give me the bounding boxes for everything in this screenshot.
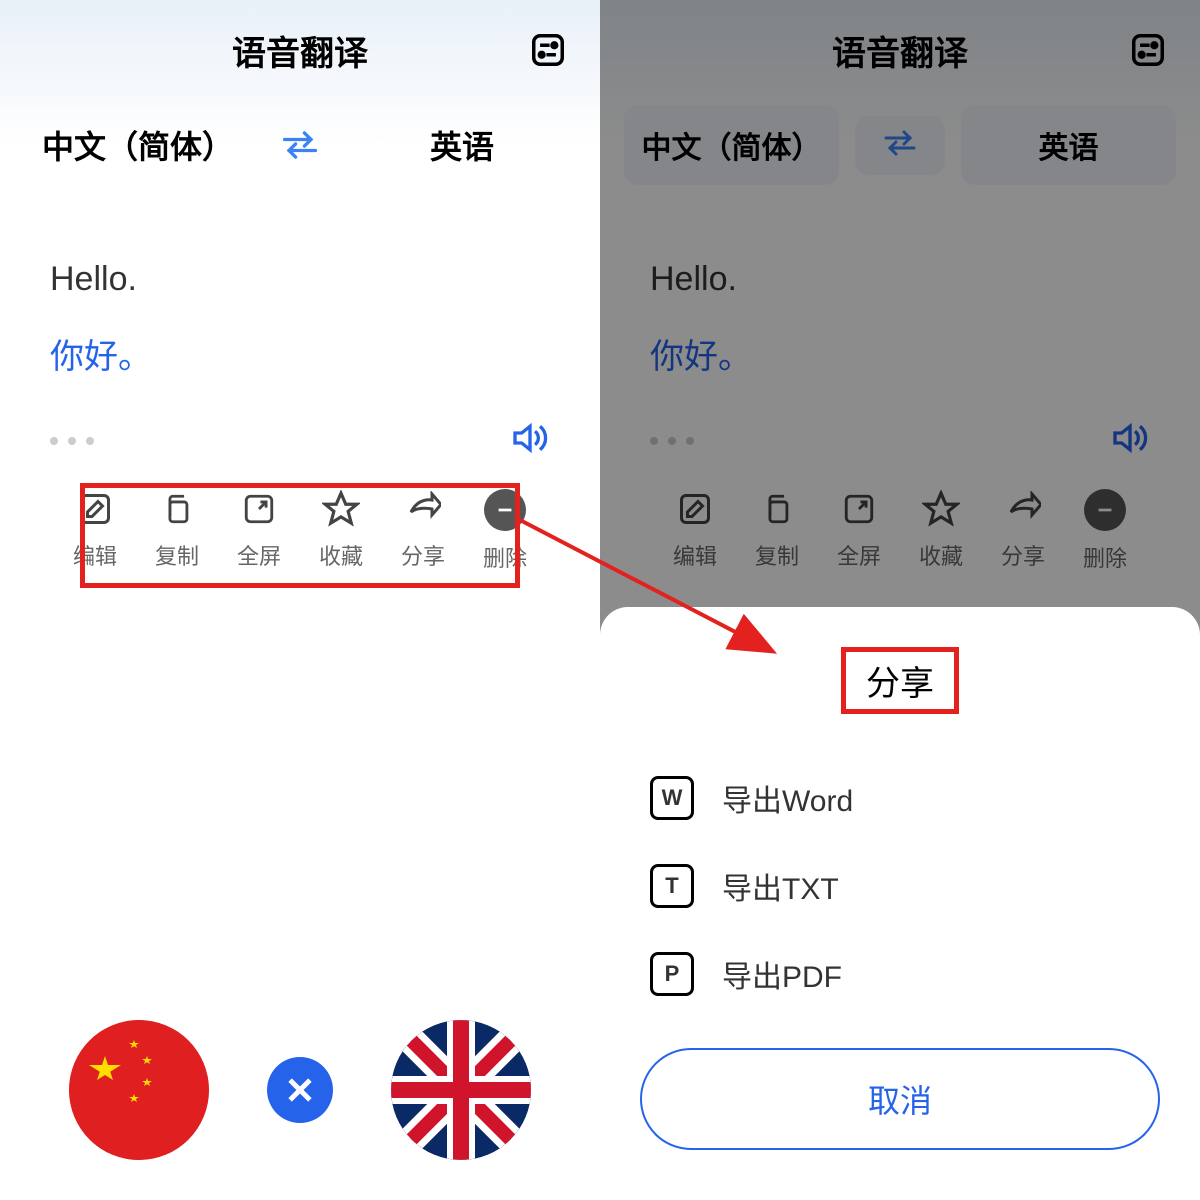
source-language[interactable]: 中文（简体） [22,122,254,168]
more-icon[interactable] [50,437,94,445]
cancel-button[interactable]: 取消 [640,1048,1160,1150]
right-screenshot: 语音翻译 中文（简体） 英语 [600,0,1200,1200]
header: 语音翻译 [0,0,600,100]
word-icon: W [650,776,694,820]
target-text: 你好。 [50,329,550,378]
source-text: Hello. [50,260,550,299]
sheet-title: 分享 [841,647,959,714]
card-footer [50,418,550,463]
bottom-dock [0,1020,600,1160]
pdf-icon: P [650,952,694,996]
highlight-box [80,483,520,588]
export-pdf-button[interactable]: P 导出PDF [600,930,1200,1018]
language-selector: 中文（简体） 英语 [0,100,600,190]
page-title: 语音翻译 [232,26,368,75]
txt-icon: T [650,864,694,908]
chinese-flag-button[interactable] [69,1020,209,1160]
left-screenshot: 语音翻译 中文（简体） 英语 Hello. 你好。 [0,0,600,1200]
uk-flag-button[interactable] [391,1020,531,1160]
target-language[interactable]: 英语 [346,122,578,168]
menu-icon[interactable] [526,28,570,72]
share-sheet: 分享 W 导出Word T 导出TXT P 导出PDF 取消 [600,607,1200,1200]
swap-icon[interactable] [278,128,322,162]
close-button[interactable] [267,1057,333,1123]
export-txt-button[interactable]: T 导出TXT [600,842,1200,930]
export-word-button[interactable]: W 导出Word [600,754,1200,842]
speaker-icon[interactable] [510,418,550,463]
